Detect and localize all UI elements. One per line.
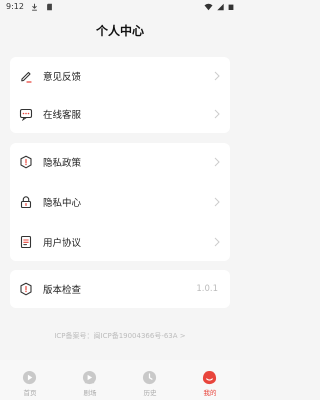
edit-icon <box>21 71 32 83</box>
chevron-right-icon <box>214 197 220 207</box>
privacy-policy-label: 隐私政策 <box>43 158 82 169</box>
page-title: 个人中心 <box>95 24 144 38</box>
shield-icon <box>20 155 32 169</box>
status-bar: 9:12 <box>0 0 240 13</box>
feedback-card: 意见反馈 在线客服 <box>10 57 230 133</box>
theater-icon <box>82 370 97 385</box>
privacy-policy-row[interactable]: 隐私政策 <box>10 143 230 181</box>
chevron-right-icon <box>214 71 220 81</box>
bottom-tab-bar: 首页 剧场 历史 我的 <box>0 360 240 400</box>
clock-icon <box>142 370 157 385</box>
download-icon <box>32 3 37 11</box>
document-icon <box>20 235 32 249</box>
wifi-icon <box>204 3 213 10</box>
online-service-label: 在线客服 <box>43 110 82 121</box>
feedback-row[interactable]: 意见反馈 <box>10 57 230 95</box>
tab-history-label: 历史 <box>143 389 157 397</box>
version-check-label: 版本检查 <box>43 285 82 296</box>
tab-theater[interactable]: 剧场 <box>60 360 120 400</box>
tab-profile[interactable]: 我的 <box>180 360 240 400</box>
icp-record-link[interactable]: ICP备案号：闽ICP备19004366号-63A > <box>0 331 240 341</box>
signal-icon <box>217 3 224 10</box>
status-time: 9:12 <box>6 2 24 11</box>
profile-icon <box>202 370 217 385</box>
privacy-center-row[interactable]: 隐私中心 <box>10 183 230 221</box>
chevron-right-icon <box>214 109 220 119</box>
chevron-right-icon <box>214 237 220 247</box>
tab-home-label: 首页 <box>23 389 37 397</box>
sd-card-icon <box>47 3 52 10</box>
privacy-card: 隐私政策 隐私中心 用户协议 <box>10 143 230 261</box>
version-check-row[interactable]: 版本检查 1.0.1 <box>10 270 230 308</box>
chevron-right-icon <box>214 157 220 167</box>
chat-icon <box>19 108 33 121</box>
tab-history[interactable]: 历史 <box>120 360 180 400</box>
user-agreement-row[interactable]: 用户协议 <box>10 223 230 261</box>
version-number: 1.0.1 <box>196 284 218 294</box>
alert-icon <box>20 282 32 296</box>
tab-profile-label: 我的 <box>203 389 217 397</box>
lock-icon <box>20 196 32 209</box>
tab-home[interactable]: 首页 <box>0 360 60 400</box>
user-agreement-label: 用户协议 <box>43 238 82 249</box>
battery-icon <box>228 4 234 10</box>
play-icon <box>22 370 37 385</box>
privacy-center-label: 隐私中心 <box>43 198 82 209</box>
version-card: 版本检查 1.0.1 <box>10 270 230 308</box>
tab-theater-label: 剧场 <box>83 389 97 397</box>
feedback-label: 意见反馈 <box>43 72 82 83</box>
online-service-row[interactable]: 在线客服 <box>10 95 230 133</box>
